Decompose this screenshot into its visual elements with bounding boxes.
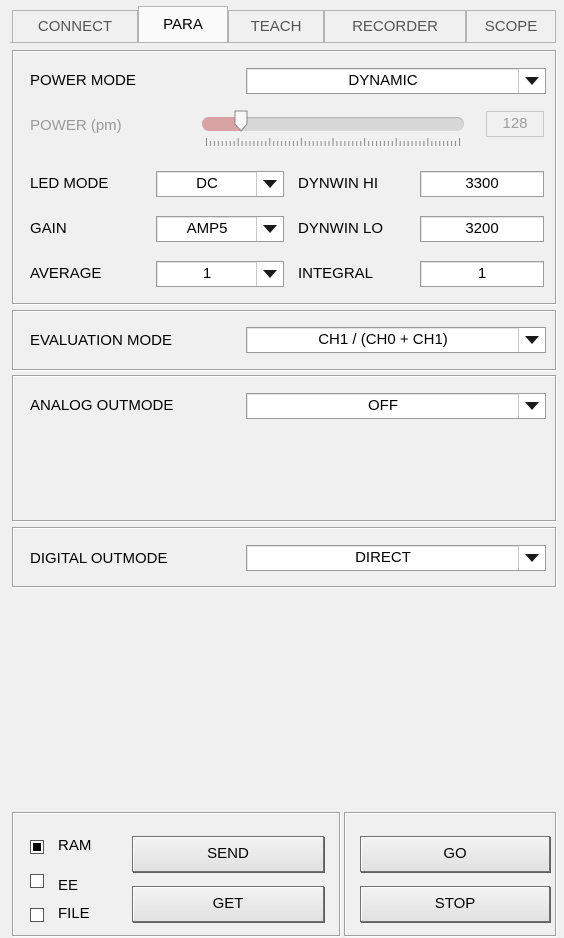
- ee-label: EE: [58, 877, 79, 894]
- chevron-down-icon: [263, 225, 277, 233]
- integral-label: INTEGRAL: [298, 265, 374, 282]
- average-label: AVERAGE: [30, 265, 102, 282]
- led-mode-value: DC: [196, 175, 218, 192]
- ram-checkbox[interactable]: [30, 840, 44, 854]
- gain-dropdown-button[interactable]: [256, 217, 283, 241]
- tab-divider: [10, 42, 556, 43]
- gain-value: AMP5: [186, 220, 228, 237]
- integral-field[interactable]: 1: [420, 261, 544, 287]
- tab-teach[interactable]: TEACH: [228, 10, 324, 42]
- power-mode-value: DYNAMIC: [348, 72, 418, 89]
- evaluation-mode-label: EVALUATION MODE: [30, 332, 172, 349]
- evaluation-mode-dropdown[interactable]: CH1 / (CH0 + CH1): [246, 327, 546, 353]
- ram-label: RAM: [58, 837, 92, 854]
- file-checkbox[interactable]: [30, 908, 44, 922]
- gain-label: GAIN: [30, 220, 67, 237]
- power-mode-dropdown-button[interactable]: [518, 69, 545, 93]
- power-mode-label: POWER MODE: [30, 72, 136, 89]
- analog-outmode-label: ANALOG OUTMODE: [30, 397, 174, 414]
- ee-checkbox[interactable]: [30, 874, 44, 888]
- evaluation-mode-value: CH1 / (CH0 + CH1): [318, 331, 448, 348]
- analog-outmode-value: OFF: [368, 397, 398, 414]
- average-dropdown[interactable]: 1: [156, 261, 284, 287]
- digital-outmode-dropdown-button[interactable]: [518, 546, 545, 570]
- average-dropdown-button[interactable]: [256, 262, 283, 286]
- analog-outmode-dropdown-button[interactable]: [518, 394, 545, 418]
- digital-outmode-label: DIGITAL OUTMODE: [30, 550, 168, 567]
- chevron-down-icon: [263, 180, 277, 188]
- tab-connect[interactable]: CONNECT: [12, 10, 138, 42]
- tab-para[interactable]: PARA: [138, 6, 228, 42]
- chevron-down-icon: [525, 77, 539, 85]
- get-button[interactable]: GET: [132, 886, 324, 922]
- chevron-down-icon: [525, 336, 539, 344]
- gain-dropdown[interactable]: AMP5: [156, 216, 284, 242]
- send-button[interactable]: SEND: [132, 836, 324, 872]
- led-mode-dropdown-button[interactable]: [256, 172, 283, 196]
- analog-outmode-dropdown[interactable]: OFF: [246, 393, 546, 419]
- digital-outmode-value: DIRECT: [355, 549, 411, 566]
- digital-outmode-dropdown[interactable]: DIRECT: [246, 545, 546, 571]
- tab-scope[interactable]: SCOPE: [466, 10, 556, 42]
- dynwin-hi-label: DYNWIN HI: [298, 175, 378, 192]
- stop-button[interactable]: STOP: [360, 886, 550, 922]
- average-value: 1: [202, 265, 212, 282]
- tab-recorder[interactable]: RECORDER: [324, 10, 466, 42]
- dynwin-lo-field[interactable]: 3200: [420, 216, 544, 242]
- dynwin-lo-label: DYNWIN LO: [298, 220, 384, 237]
- evaluation-mode-dropdown-button[interactable]: [518, 328, 545, 352]
- power-mode-dropdown[interactable]: DYNAMIC: [246, 68, 546, 94]
- go-button[interactable]: GO: [360, 836, 550, 872]
- chevron-down-icon: [525, 402, 539, 410]
- led-mode-label: LED MODE: [30, 175, 109, 192]
- led-mode-dropdown[interactable]: DC: [156, 171, 284, 197]
- power-value-field: 128: [486, 111, 544, 137]
- power-label: POWER (pm): [30, 117, 122, 134]
- dynwin-hi-field[interactable]: 3300: [420, 171, 544, 197]
- chevron-down-icon: [263, 270, 277, 278]
- chevron-down-icon: [525, 554, 539, 562]
- file-label: FILE: [58, 905, 90, 922]
- power-slider-thumb[interactable]: [234, 110, 248, 132]
- power-slider-ticks: [206, 138, 460, 146]
